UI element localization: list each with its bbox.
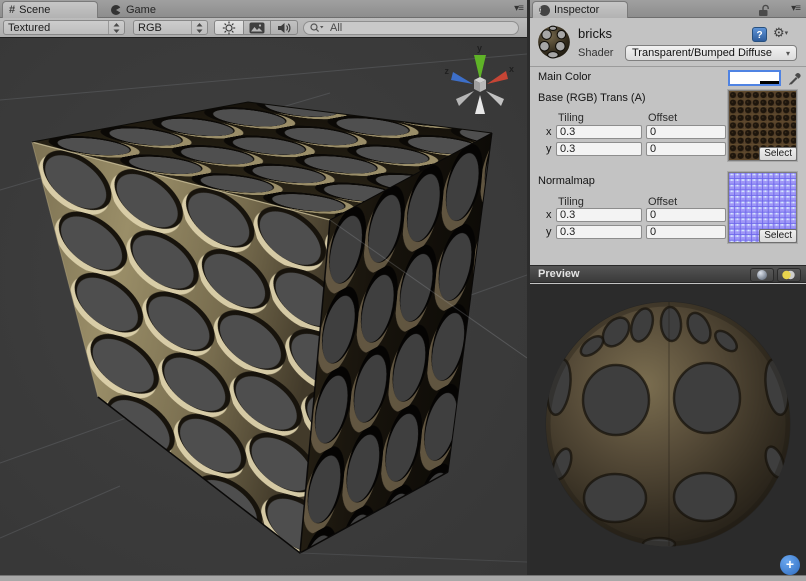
base-row-y-axis: y xyxy=(546,143,552,155)
preview-lighting-button[interactable] xyxy=(777,268,801,282)
scene-panel-menu-icon[interactable]: ▾≡ xyxy=(514,3,523,14)
scene-search-field[interactable] xyxy=(303,21,519,35)
color-mode-value: RGB xyxy=(138,22,162,34)
normal-row-x-axis: x xyxy=(546,209,552,221)
preview-mesh-button[interactable] xyxy=(750,268,774,282)
tab-inspector[interactable]: i Inspector xyxy=(532,1,628,18)
audio-icon xyxy=(277,22,292,34)
gear-icon[interactable]: ⚙▾ xyxy=(773,26,788,41)
scene-skybox-toggle[interactable] xyxy=(243,20,271,35)
base-map-label: Base (RGB) Trans (A) xyxy=(538,92,646,104)
normal-texture-thumbnail[interactable]: Select xyxy=(728,172,797,243)
lighting-icon xyxy=(781,269,797,281)
normal-offset-y-input[interactable] xyxy=(646,225,726,239)
normal-tiling-x-input[interactable] xyxy=(556,208,642,222)
main-color-label: Main Color xyxy=(538,71,591,83)
material-sphere-icon xyxy=(536,23,572,59)
base-offset-x-input[interactable] xyxy=(646,125,726,139)
normal-offset-header: Offset xyxy=(648,196,677,208)
tab-inspector-label: Inspector xyxy=(554,4,599,16)
normal-offset-x-input[interactable] xyxy=(646,208,726,222)
search-input[interactable] xyxy=(328,21,492,35)
material-preview[interactable] xyxy=(530,284,806,575)
tab-game-label: Game xyxy=(126,4,156,16)
normal-select-button[interactable]: Select xyxy=(759,229,797,243)
normal-row-y-axis: y xyxy=(546,226,552,238)
scene-panel: # Scene Game ▾≡ Textured RGB xyxy=(0,0,527,581)
search-icon xyxy=(310,23,324,33)
inspector-tab-bar: i Inspector ▾≡ xyxy=(530,0,806,18)
inspector-panel: i Inspector ▾≡ bricks Shader Transparent xyxy=(530,0,806,581)
updown-arrows-icon xyxy=(191,21,203,34)
gear-arrow-icon: ▾ xyxy=(785,30,789,37)
tab-scene-label: Scene xyxy=(19,4,50,16)
game-icon xyxy=(110,4,122,16)
render-mode-value: Textured xyxy=(8,22,50,34)
sphere-icon xyxy=(756,269,768,281)
tab-game[interactable]: Game xyxy=(104,1,194,18)
scene-toolbar: Textured RGB xyxy=(0,18,527,38)
image-icon xyxy=(249,22,265,34)
base-tiling-header: Tiling xyxy=(558,112,584,124)
base-select-button[interactable]: Select xyxy=(759,147,797,161)
dropdown-arrow-icon: ▾ xyxy=(786,49,790,58)
window-bottom-strip xyxy=(0,575,806,581)
preview-header[interactable]: Preview xyxy=(530,265,806,283)
updown-arrows-icon xyxy=(108,21,120,34)
alpha-bar xyxy=(730,81,779,84)
inspector-panel-menu-icon[interactable]: ▾≡ xyxy=(791,3,800,14)
base-offset-y-input[interactable] xyxy=(646,142,726,156)
base-row-x-axis: x xyxy=(546,126,552,138)
material-name: bricks xyxy=(578,26,612,41)
scene-lighting-toggle[interactable] xyxy=(214,20,244,35)
base-offset-header: Offset xyxy=(648,112,677,124)
help-icon[interactable]: ? xyxy=(752,27,767,42)
shader-label: Shader xyxy=(578,47,613,59)
normal-tiling-y-input[interactable] xyxy=(556,225,642,239)
scene-grid-icon: # xyxy=(9,4,15,16)
main-color-swatch[interactable] xyxy=(728,70,781,86)
normal-tiling-header: Tiling xyxy=(558,196,584,208)
color-mode-dropdown[interactable]: RGB xyxy=(133,20,208,35)
sun-icon xyxy=(221,21,237,35)
base-texture-thumbnail[interactable]: Select xyxy=(728,90,797,161)
scene-tab-bar: # Scene Game ▾≡ xyxy=(0,0,527,18)
preview-zoom-button[interactable]: + xyxy=(780,555,800,575)
axis-y-label: y xyxy=(477,43,482,53)
axis-z-label: z xyxy=(445,66,450,76)
tab-scene[interactable]: # Scene xyxy=(2,1,98,18)
unity-editor-window: { "icons": { "panel_menu": "▾≡", "gear":… xyxy=(0,0,806,581)
render-mode-dropdown[interactable]: Textured xyxy=(3,20,125,35)
base-tiling-y-input[interactable] xyxy=(556,142,642,156)
shader-dropdown[interactable]: Transparent/Bumped Diffuse ▾ xyxy=(625,45,797,61)
scene-viewport[interactable]: y x z xyxy=(0,38,527,576)
normal-map-label: Normalmap xyxy=(538,175,595,187)
eyedropper-icon[interactable] xyxy=(787,69,803,85)
base-tiling-x-input[interactable] xyxy=(556,125,642,139)
preview-title: Preview xyxy=(538,268,580,280)
shader-value: Transparent/Bumped Diffuse xyxy=(632,47,772,59)
separator xyxy=(530,66,806,67)
scene-audio-toggle[interactable] xyxy=(270,20,298,35)
axis-x-label: x xyxy=(509,64,514,74)
info-icon: i xyxy=(539,5,550,16)
